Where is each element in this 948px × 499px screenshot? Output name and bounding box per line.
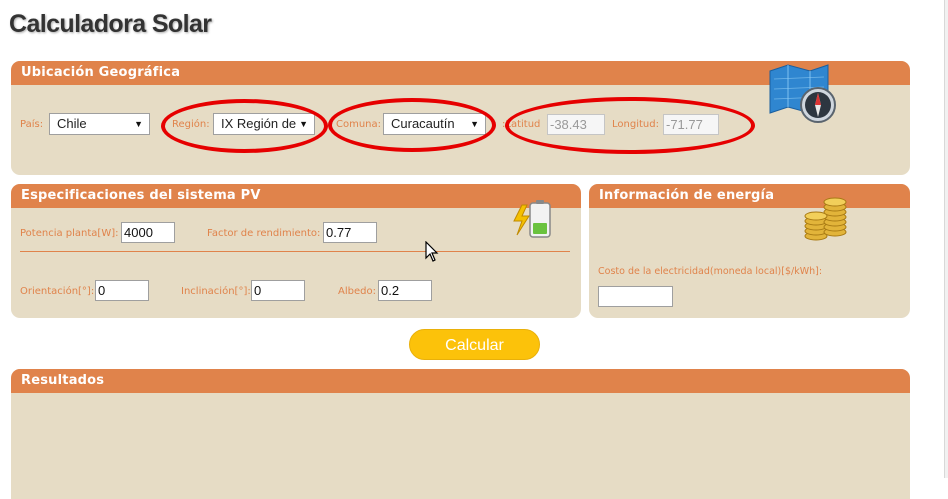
performance-factor-field[interactable]: 0.77 [323, 222, 377, 243]
page-title: Calculadora Solar [9, 10, 212, 38]
albedo-field[interactable]: 0.2 [378, 280, 432, 301]
electricity-cost-label: Costo de la electricidad(moneda local)[$… [598, 266, 823, 277]
orientation-field[interactable]: 0 [95, 280, 149, 301]
inclination-field[interactable]: 0 [251, 280, 305, 301]
highlight-ring-coords [505, 97, 755, 154]
section-divider [20, 251, 570, 252]
map-compass-icon [762, 63, 840, 125]
electricity-cost-field[interactable] [598, 286, 673, 307]
results-panel: Resultados [11, 369, 910, 499]
mouse-cursor-icon [425, 240, 439, 263]
calculate-button[interactable]: Calcular [409, 329, 540, 360]
highlight-ring-region [161, 99, 328, 153]
inclination-label: Inclinación[°]: [181, 286, 251, 297]
country-label: País: [20, 119, 44, 130]
albedo-label: Albedo: [338, 286, 376, 297]
pv-system-header: Especificaciones del sistema PV [11, 184, 581, 208]
energy-header: Información de energía [589, 184, 910, 208]
country-select[interactable]: Chile ▼ [49, 113, 150, 135]
coins-icon [802, 196, 850, 244]
power-label: Potencia planta[W]: [20, 228, 119, 239]
scrollbar-edge [944, 0, 948, 478]
orientation-label: Orientación[°]: [20, 286, 95, 297]
results-header: Resultados [11, 369, 910, 393]
highlight-ring-comuna [328, 98, 496, 152]
power-field[interactable]: 4000 [121, 222, 175, 243]
battery-charging-icon [512, 199, 554, 239]
performance-factor-label: Factor de rendimiento: [207, 228, 321, 239]
chevron-down-icon: ▼ [134, 119, 143, 129]
country-value: Chile [57, 116, 87, 131]
